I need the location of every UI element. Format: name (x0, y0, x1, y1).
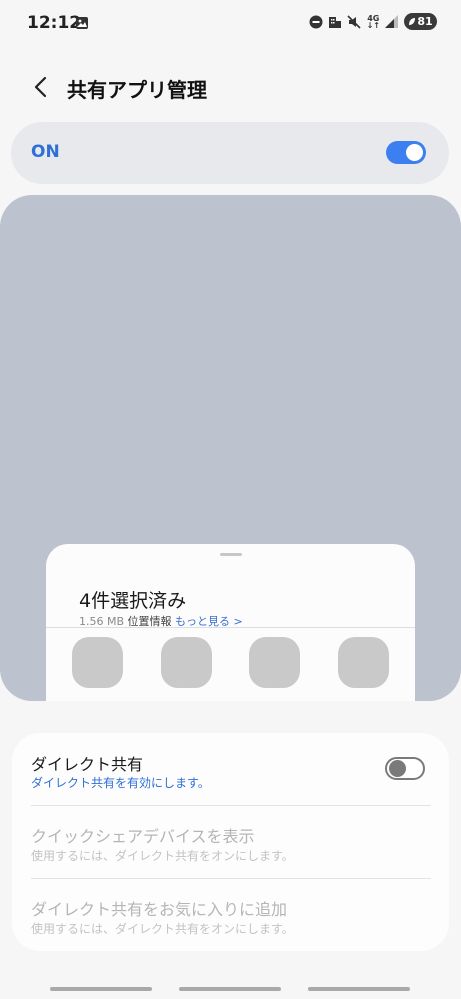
sheet-handle (220, 553, 242, 556)
share-sheet-preview: 4件選択済み 1.56 MB 位置情報 もっと見る > (0, 195, 461, 701)
master-switch-card[interactable]: ON (11, 122, 449, 184)
quick-share-subtitle: 使用するには、ダイレクト共有をオンにします。 (31, 849, 294, 863)
battery-level: 81 (417, 15, 433, 28)
nav-home-hint[interactable] (179, 987, 281, 991)
screen: 12:12 4G ↓↑ 81 共有アプリ管理 ON 4件選択済み 1.56 MB… (0, 0, 461, 999)
chevron-left-icon (34, 76, 47, 98)
status-icons: 4G ↓↑ 81 (309, 13, 437, 30)
nav-back-hint[interactable] (308, 987, 410, 991)
direct-share-subtitle: ダイレクト共有を有効にします。 (31, 776, 210, 790)
mute-icon (347, 14, 362, 29)
network-label: 4G (367, 13, 380, 23)
signal-icon (385, 15, 399, 28)
master-toggle[interactable] (386, 141, 426, 164)
app-icon-row (72, 637, 402, 689)
nav-recent-hint[interactable] (50, 987, 152, 991)
leaf-icon (409, 18, 416, 25)
settings-card: ダイレクト共有 ダイレクト共有を有効にします。 クイックシェアデバイスを表示 使… (12, 733, 449, 951)
status-bar: 12:12 4G ↓↑ 81 (0, 0, 461, 46)
sheet-title: 4件選択済み (79, 590, 187, 612)
battery-indicator: 81 (404, 13, 437, 30)
app-placeholder-icon (338, 637, 389, 688)
app-bar: 共有アプリ管理 (0, 62, 461, 112)
do-not-disturb-icon (309, 15, 323, 29)
toggle-knob (406, 144, 423, 161)
add-favorite-title: ダイレクト共有をお気に入りに追加 (31, 900, 288, 919)
gallery-notification-icon (75, 15, 89, 34)
app-placeholder-icon (249, 637, 300, 688)
add-favorite-item[interactable]: ダイレクト共有をお気に入りに追加 使用するには、ダイレクト共有をオンにします。 (12, 879, 449, 951)
direct-share-toggle[interactable] (385, 757, 425, 780)
master-switch-label: ON (31, 142, 60, 162)
share-sheet-mock: 4件選択済み 1.56 MB 位置情報 もっと見る > (46, 544, 415, 701)
direct-share-item[interactable]: ダイレクト共有 ダイレクト共有を有効にします。 (12, 733, 449, 805)
direct-share-title: ダイレクト共有 (31, 755, 144, 774)
app-placeholder-icon (72, 637, 123, 688)
toggle-knob (389, 760, 406, 777)
gesture-nav-bar (0, 985, 461, 993)
quick-share-title: クイックシェアデバイスを表示 (31, 827, 255, 846)
back-button[interactable] (26, 72, 54, 102)
network-type: 4G ↓↑ (366, 13, 380, 30)
quick-share-devices-item[interactable]: クイックシェアデバイスを表示 使用するには、ダイレクト共有をオンにします。 (12, 806, 449, 878)
buildings-icon (328, 15, 342, 29)
status-time: 12:12 (27, 13, 82, 33)
add-favorite-subtitle: 使用するには、ダイレクト共有をオンにします。 (31, 922, 294, 936)
app-placeholder-icon (161, 637, 212, 688)
sheet-divider (46, 627, 415, 628)
page-title: 共有アプリ管理 (67, 78, 207, 102)
